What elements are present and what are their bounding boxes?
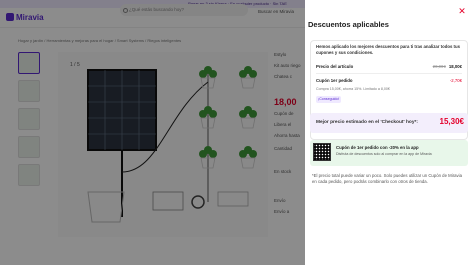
- coupon-value: -2,70€: [449, 78, 462, 83]
- discount-intro: Hemos aplicado los mejores descuentos pa…: [316, 44, 460, 55]
- article-price: 18,00€: [448, 64, 462, 69]
- coupon-label: Cupón 1er pedido: [316, 78, 353, 83]
- close-icon[interactable]: ✕: [457, 6, 467, 16]
- achieved-badge: ¡Conseguido!: [316, 96, 342, 103]
- qr-code-icon: [313, 143, 331, 161]
- best-price-label: Mejor precio estimado en el 'Checkout' h…: [316, 120, 418, 125]
- divider: [316, 73, 462, 74]
- coupon-note: Compra 15,00€, ahorra 15%. Limitado a 8,…: [316, 87, 390, 91]
- best-price-value: 15,30€: [439, 117, 464, 126]
- app-coupon-title: Cupón de 1er pedido con -20% en la app: [336, 145, 419, 150]
- panel-title: Descuentos aplicables: [308, 20, 389, 29]
- app-coupon-subtitle: Disfruta de descuentos solo al comprar e…: [336, 152, 432, 156]
- article-price-label: Precio del artículo: [316, 64, 354, 69]
- article-old-price: 20,00€: [432, 64, 446, 69]
- price-footnote: *El precio total puede variar un poco. S…: [312, 173, 463, 184]
- article-price-value: 20,00€ 18,00€: [400, 64, 462, 69]
